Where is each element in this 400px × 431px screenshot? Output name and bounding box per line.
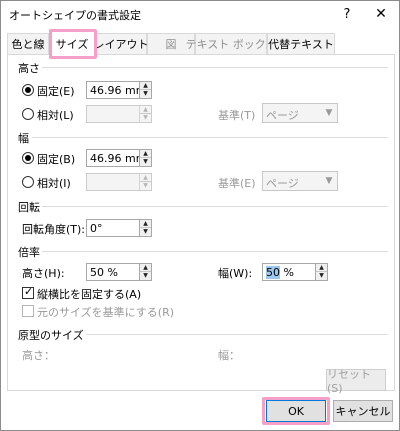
rotate-section-title: 回転 [18,201,40,214]
width-basis-label: 基準(E) [218,177,256,190]
section-divider [32,137,388,138]
dialog-title: オートシェイプの書式設定 [9,9,141,22]
width-absolute-value: 46.96 mm [90,152,147,165]
original-width-label: 幅： [218,349,240,362]
section-divider [42,206,388,207]
section-divider [86,334,388,335]
scale-width-selected-value: 50 [266,266,280,279]
spin-up-icon[interactable]: ▲ [316,264,327,272]
width-relative-radio[interactable] [22,176,34,188]
chevron-down-icon: ▼ [325,176,333,186]
height-absolute-value: 46.96 mm [90,84,147,97]
lock-aspect-ratio-checkbox[interactable] [22,285,34,299]
help-button[interactable]: ? [335,3,359,25]
width-absolute-label: 固定(B) [37,153,76,166]
section-divider [42,67,388,68]
chevron-down-icon: ▼ [325,108,333,118]
spin-up-icon[interactable]: ▲ [140,220,151,228]
scale-height-spinner[interactable]: 50 % ▲ ▼ [86,263,152,281]
section-divider [42,251,388,252]
original-size-section-title: 原型のサイズ [18,329,84,342]
tab-colors-lines[interactable]: 色と線 [7,33,49,54]
width-relative-label: 相対(I) [37,177,71,190]
spin-down-icon[interactable]: ▼ [140,182,151,190]
spin-up-icon[interactable]: ▲ [140,174,151,182]
size-tab-panel: 高さ 固定(E) 46.96 mm ▲ ▼ 相対(L) ▲ ▼ 基準(T) ページ … [7,54,395,395]
rotation-angle-spinner[interactable]: 0° ▲ ▼ [86,219,152,237]
scale-section-title: 倍率 [18,246,40,259]
height-section-title: 高さ [18,62,40,75]
tab-layout[interactable]: レイアウト [94,33,149,54]
spin-up-icon[interactable]: ▲ [140,150,151,158]
height-relative-label: 相対(L) [37,109,74,122]
height-absolute-label: 固定(E) [37,85,75,98]
tab-text-box[interactable]: テキスト ボックス [186,33,276,54]
spin-down-icon[interactable]: ▼ [140,228,151,236]
spin-up-icon[interactable]: ▲ [140,264,151,272]
spin-up-icon[interactable]: ▲ [140,106,151,114]
height-absolute-spinner[interactable]: 46.96 mm ▲ ▼ [86,81,152,99]
width-absolute-radio[interactable] [22,152,34,164]
spin-up-icon[interactable]: ▲ [140,82,151,90]
title-bar: オートシェイプの書式設定 ? ✕ [1,1,399,27]
original-height-label: 高さ： [22,349,55,362]
scale-width-label: 幅(W): [218,267,253,280]
height-absolute-radio[interactable] [22,84,34,96]
spin-down-icon[interactable]: ▼ [316,272,327,280]
ok-button[interactable]: OK [266,400,326,422]
reset-button[interactable]: リセット(S) [326,368,386,395]
width-relative-spinner[interactable]: ▲ ▼ [86,173,152,191]
tab-size[interactable]: サイズ [49,31,95,55]
height-relative-radio[interactable] [22,108,34,120]
height-relative-spinner[interactable]: ▲ ▼ [86,105,152,123]
rotation-angle-label: 回転角度(T): [22,223,86,236]
width-section-title: 幅 [18,132,29,145]
scale-width-unit: % [280,266,294,279]
spin-down-icon[interactable]: ▼ [140,90,151,98]
scale-height-label: 高さ(H): [22,267,65,280]
height-basis-select[interactable]: ページ ▼ [262,103,338,123]
height-basis-label: 基準(T) [218,109,256,122]
width-basis-select[interactable]: ページ ▼ [262,171,338,191]
close-button[interactable]: ✕ [369,3,393,25]
tab-alt-text[interactable]: 代替テキスト [267,33,335,54]
tab-strip: 色と線 サイズ レイアウト 図 テキスト ボックス 代替テキスト [7,31,395,55]
cancel-button[interactable]: キャンセル [333,400,393,422]
scale-height-value: 50 % [90,266,118,279]
relative-original-label: 元のサイズを基準にする(R) [37,306,175,319]
relative-original-checkbox[interactable] [22,305,34,317]
width-absolute-spinner[interactable]: 46.96 mm ▲ ▼ [86,149,152,167]
format-autoshape-dialog: オートシェイプの書式設定 ? ✕ 色と線 サイズ レイアウト 図 テキスト ボッ… [0,0,400,431]
spin-down-icon[interactable]: ▼ [140,272,151,280]
rotation-angle-value: 0° [90,222,103,235]
scale-width-spinner[interactable]: 50 % ▲ ▼ [262,263,328,281]
spin-down-icon[interactable]: ▼ [140,114,151,122]
spin-down-icon[interactable]: ▼ [140,158,151,166]
lock-aspect-ratio-label: 縦横比を固定する(A) [37,288,142,301]
